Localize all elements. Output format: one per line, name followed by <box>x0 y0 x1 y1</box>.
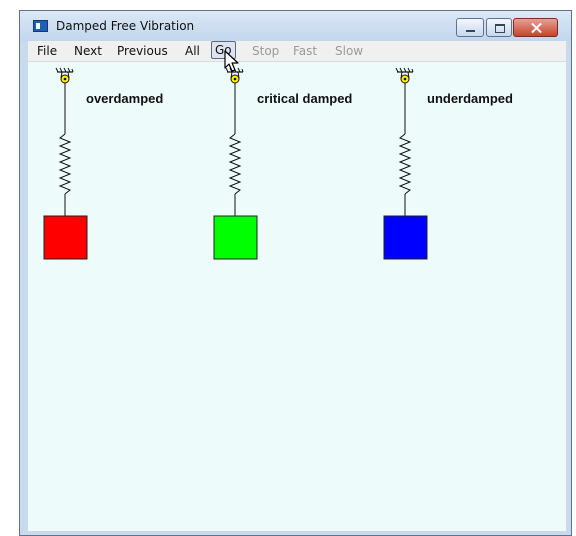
mass-block-overdamped <box>43 215 88 260</box>
maximize-button[interactable] <box>486 18 512 37</box>
app-window-icon <box>33 20 48 32</box>
spring-mass-drawing <box>43 67 428 260</box>
label-critical-damped: critical damped <box>257 91 353 106</box>
support-critical-damped <box>225 67 244 227</box>
simulation-canvas: overdamped critical damped underdamped <box>28 62 566 531</box>
label-overdamped: overdamped <box>86 91 164 106</box>
menu-slow[interactable]: Slow <box>335 43 363 59</box>
menu-previous[interactable]: Previous <box>117 43 168 59</box>
menu-all[interactable]: All <box>185 43 200 59</box>
support-underdamped <box>395 67 414 227</box>
menu-bar: File Next Previous All Go Stop Fast Slow <box>28 41 566 62</box>
mouse-pointer-icon <box>224 50 239 72</box>
support-overdamped <box>55 67 74 227</box>
app-window: Damped Free Vibration File Next Previous… <box>19 10 572 536</box>
title-bar[interactable]: Damped Free Vibration <box>20 11 571 41</box>
minimize-button[interactable] <box>456 18 484 37</box>
window-title: Damped Free Vibration <box>56 19 195 33</box>
menu-next[interactable]: Next <box>74 43 102 59</box>
mass-block-underdamped <box>383 215 428 260</box>
menu-file[interactable]: File <box>37 43 57 59</box>
menu-stop[interactable]: Stop <box>252 43 279 59</box>
close-button[interactable] <box>513 18 558 37</box>
label-underdamped: underdamped <box>427 91 513 106</box>
menu-fast[interactable]: Fast <box>293 43 317 59</box>
mass-block-critical-damped <box>213 215 258 260</box>
